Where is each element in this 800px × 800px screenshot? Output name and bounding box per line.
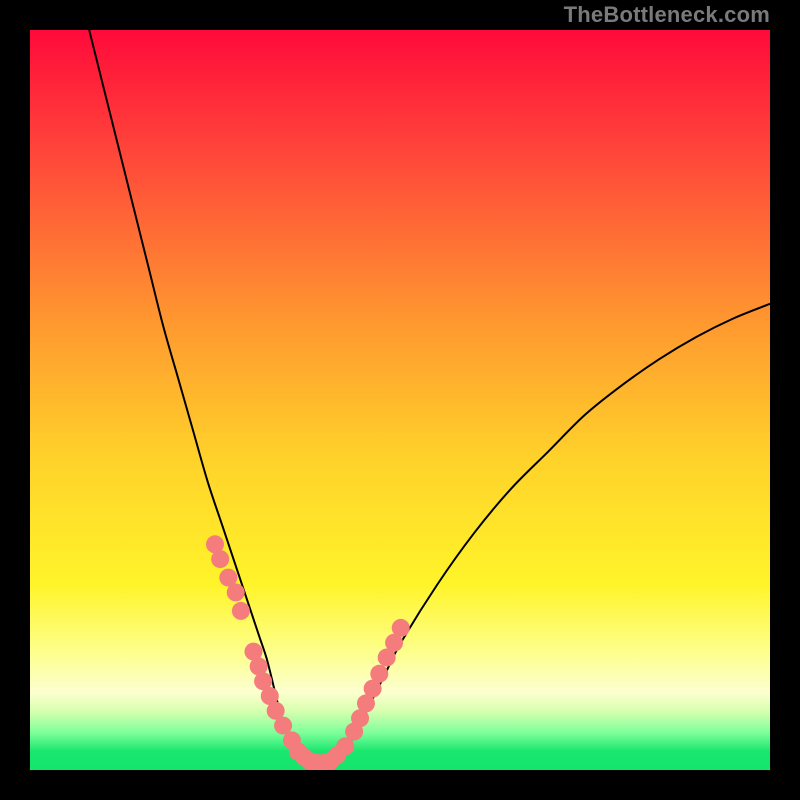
chart-frame: TheBottleneck.com <box>0 0 800 800</box>
highlight-dot <box>227 583 245 601</box>
watermark-text: TheBottleneck.com <box>564 2 770 28</box>
highlight-dot <box>392 619 410 637</box>
bottleneck-curve <box>89 30 770 770</box>
highlight-dot <box>370 665 388 683</box>
highlight-dot <box>232 602 250 620</box>
chart-svg <box>30 30 770 770</box>
highlight-dot <box>211 550 229 568</box>
plot-area <box>30 30 770 770</box>
